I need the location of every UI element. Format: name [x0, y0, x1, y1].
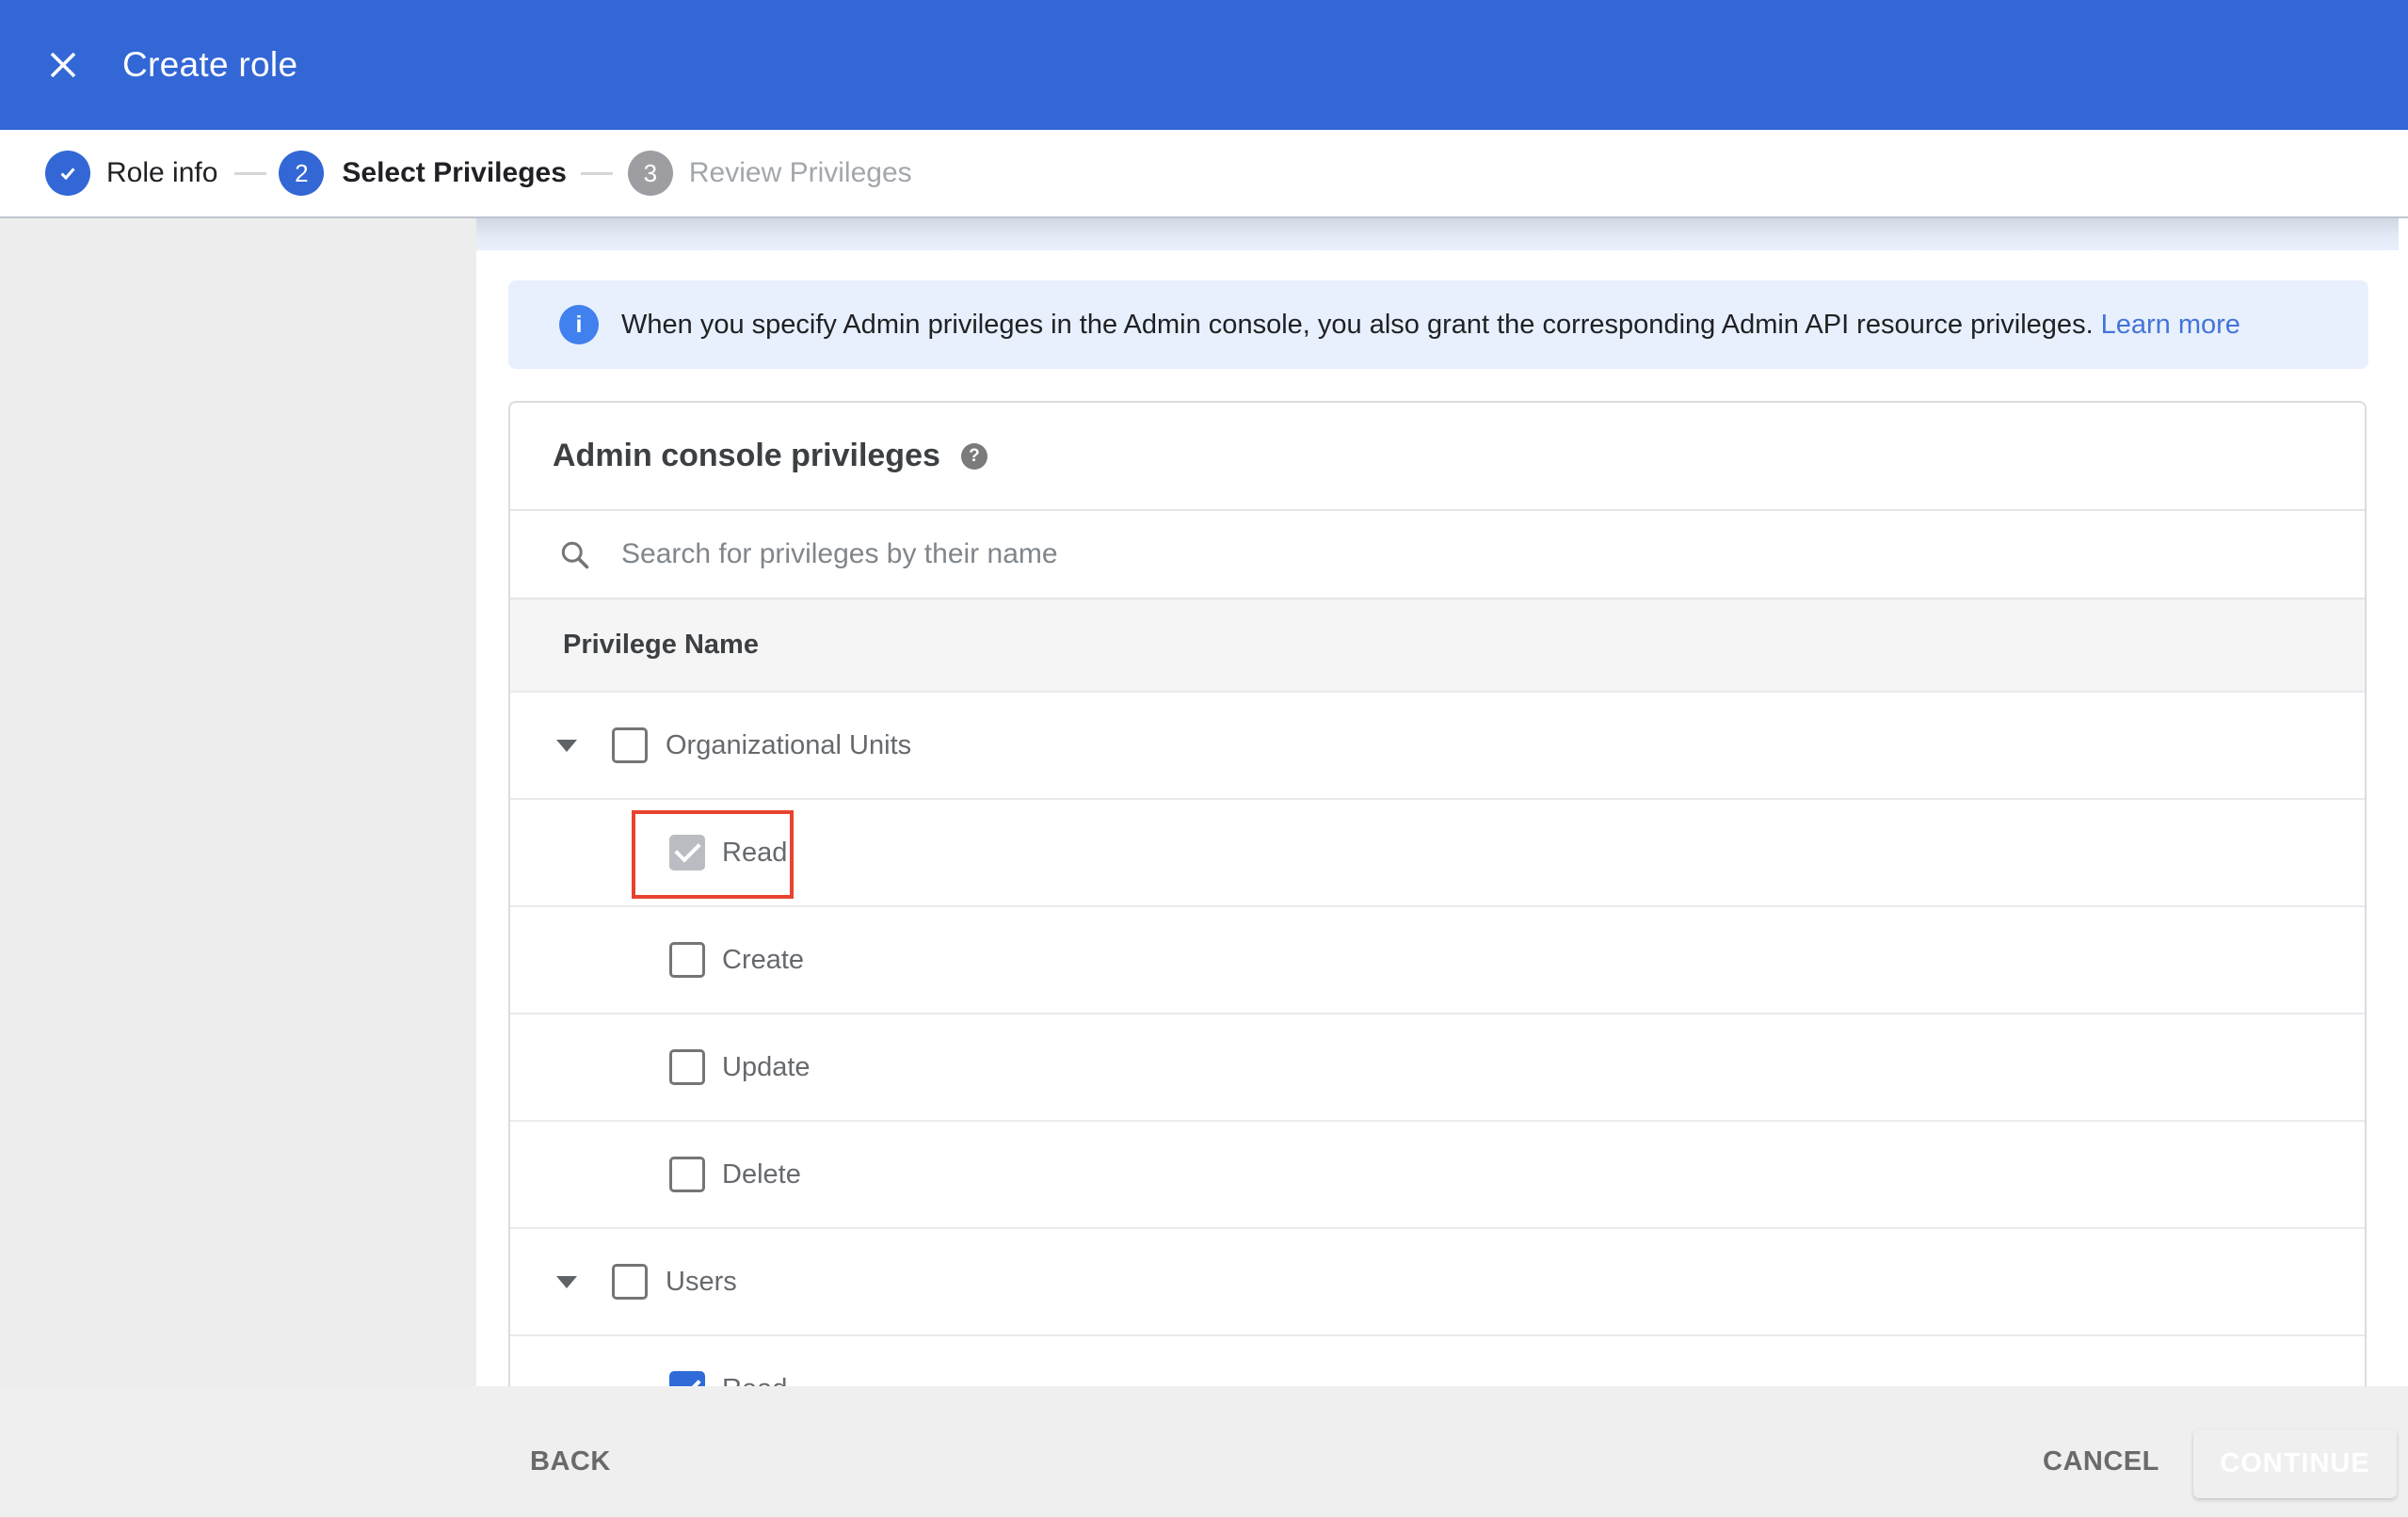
privileges-card: Admin console privileges ? Privilege Nam… [508, 401, 2367, 1445]
step3-label[interactable]: Review Privileges [689, 157, 912, 189]
privileges-table-body: Organizational Units Read Create Update Dele… [510, 693, 2365, 1444]
checkbox-organizational-units[interactable] [612, 727, 648, 763]
checkbox-create[interactable] [669, 942, 705, 978]
table-row: Delete [510, 1122, 2365, 1229]
info-icon: i [559, 305, 599, 344]
privilege-search-input[interactable] [621, 538, 2222, 570]
privilege-label: Read [722, 837, 788, 868]
stepper-dash [580, 171, 613, 175]
checkbox-users[interactable] [612, 1264, 648, 1300]
search-icon [561, 541, 589, 569]
info-banner-text: When you specify Admin privileges in the… [621, 310, 2240, 341]
privilege-label: Create [722, 944, 805, 975]
left-panel [0, 218, 476, 1517]
cancel-button[interactable]: CANCEL [2043, 1446, 2159, 1477]
info-banner: i When you specify Admin privileges in t… [508, 280, 2368, 369]
create-role-dialog: Create role Role info 2 Select Privilege… [0, 0, 2408, 1517]
expand-arrow-icon[interactable] [556, 1276, 577, 1288]
help-icon[interactable]: ? [960, 442, 987, 470]
table-row: Create [510, 907, 2365, 1014]
learn-more-link[interactable]: Learn more [2101, 310, 2240, 340]
privilege-label: Users [666, 1266, 737, 1297]
table-row: Users [510, 1229, 2365, 1336]
privileges-card-header: Admin console privileges ? [510, 403, 2365, 511]
step2-circle[interactable]: 2 [279, 151, 325, 196]
scrolled-content-edge [476, 218, 2399, 250]
stepper-dash [234, 171, 267, 175]
privilege-label: Organizational Units [666, 729, 912, 760]
step2-label[interactable]: Select Privileges [342, 157, 566, 189]
step1-circle[interactable] [45, 151, 90, 196]
privilege-label: Update [722, 1051, 811, 1082]
check-icon [60, 168, 75, 181]
column-header-privilege-name: Privilege Name [563, 630, 759, 660]
privilege-label: Delete [722, 1158, 801, 1190]
info-banner-message: When you specify Admin privileges in the… [621, 309, 2094, 340]
close-icon-glyph [50, 52, 76, 78]
footer-bar: BACK CANCEL CONTINUE [0, 1386, 2408, 1517]
checkbox-update[interactable] [669, 1049, 705, 1085]
expand-arrow-icon[interactable] [556, 740, 577, 752]
page-title: Create role [122, 45, 298, 84]
stepper: Role info 2 Select Privileges 3 Review P… [0, 130, 2408, 216]
checkbox-delete[interactable] [669, 1157, 705, 1192]
privilege-search-row [510, 511, 2365, 599]
table-row: Read [510, 800, 2365, 907]
step3-circle[interactable]: 3 [627, 151, 673, 196]
table-header: Privilege Name [510, 599, 2365, 693]
app-bar: Create role [0, 0, 2408, 130]
continue-button[interactable]: CONTINUE [2193, 1429, 2397, 1498]
privileges-card-title: Admin console privileges [553, 438, 940, 473]
table-row: Update [510, 1014, 2365, 1122]
checkbox-read [669, 835, 705, 870]
close-icon[interactable] [41, 43, 85, 87]
table-row: Organizational Units [510, 693, 2365, 800]
back-button[interactable]: BACK [530, 1446, 611, 1477]
step1-label[interactable]: Role info [106, 157, 217, 189]
